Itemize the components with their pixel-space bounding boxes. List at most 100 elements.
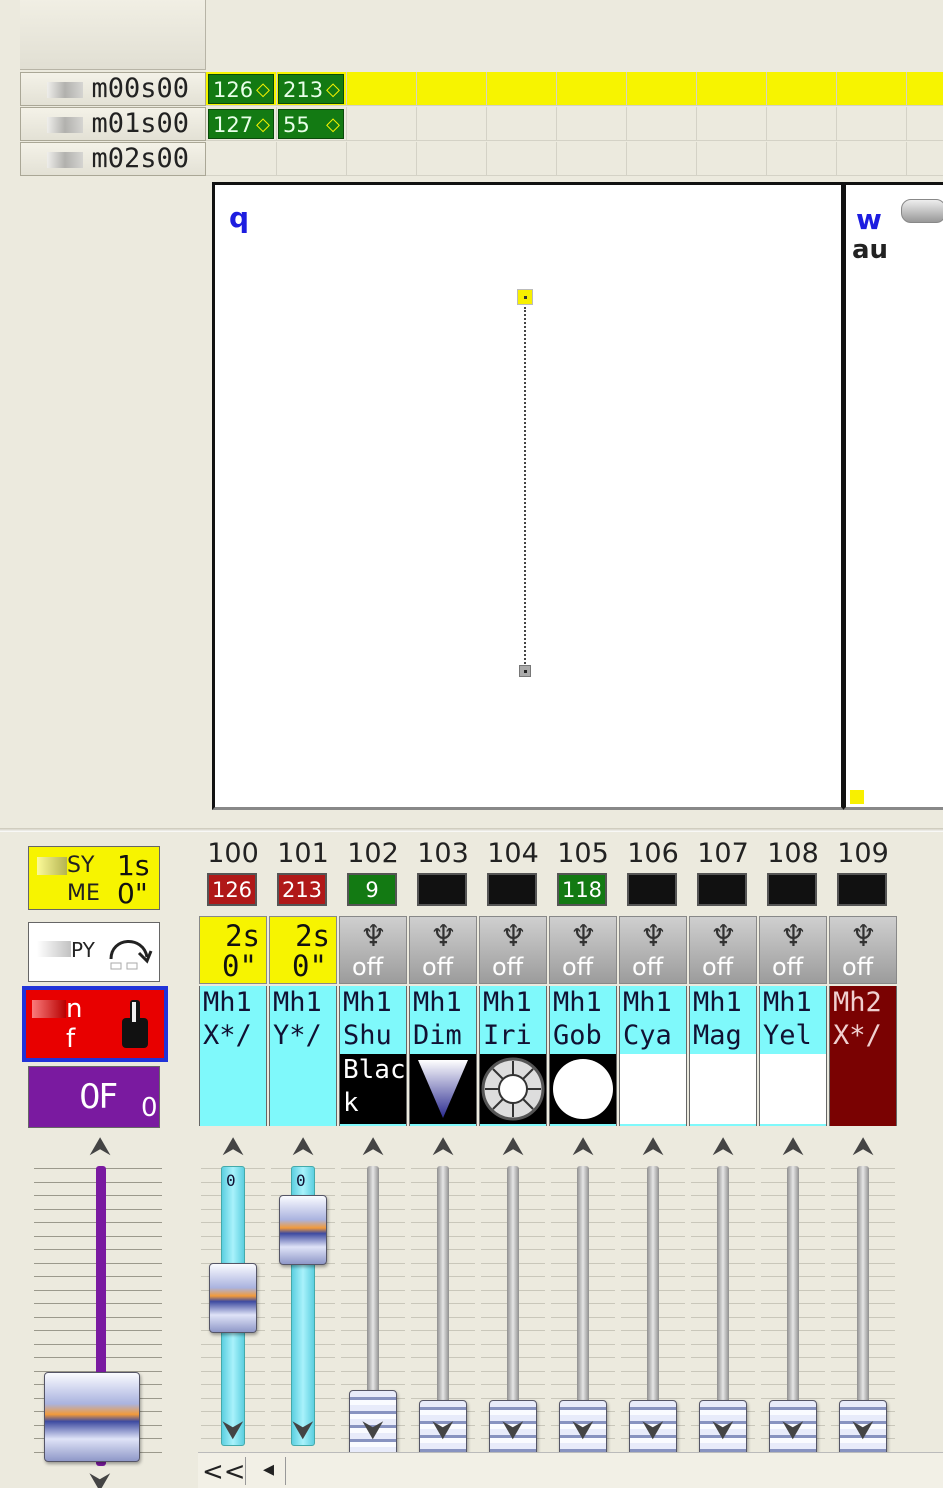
fader-up-button[interactable]: ⮝ [703,1134,743,1160]
master-button[interactable]: 0F 0 [28,1066,160,1128]
pane-w-label: w [856,203,882,236]
timeline-cell[interactable] [416,107,487,141]
fader-knob[interactable] [209,1262,257,1333]
timeline-cell[interactable] [556,142,627,176]
fader-up-button[interactable]: ⮝ [493,1134,533,1160]
fader-up-button[interactable]: ⮝ [283,1134,323,1160]
position-handle-end[interactable] [519,665,531,677]
timeline-cell[interactable] [486,142,557,176]
timeline-cell[interactable] [276,142,347,176]
channel-mode-button[interactable]: ♆ off [689,916,757,984]
timeline-cell[interactable] [346,72,417,106]
fader-up-button[interactable]: ⮝ [213,1134,253,1160]
scroll-first-button[interactable]: << [202,1457,246,1487]
on-off-button[interactable]: n f [22,986,168,1062]
fader-down-button[interactable]: ⮟ [423,1418,463,1444]
channel-mode-button[interactable]: ♆ off [339,916,407,984]
timeline-cell[interactable] [556,72,627,106]
timeline-row-label[interactable]: m00s00 [20,72,206,106]
timeline-row-label[interactable]: m01s00 [20,107,206,141]
pane-w-handle[interactable] [850,790,864,804]
fader-down-button[interactable]: ⮟ [353,1418,393,1444]
fade-line2-prefix: ME [67,881,100,906]
fader-down-button[interactable]: ⮟ [773,1418,813,1444]
timeline-cell[interactable] [836,72,907,106]
channel-mode-button[interactable]: ♆ off [409,916,477,984]
timeline-cell[interactable] [766,107,837,141]
fader-knob[interactable] [279,1195,327,1265]
position-pane-q[interactable]: q [212,182,844,810]
timeline-keyframe[interactable]: 127 ◇ [208,109,274,139]
timeline-keyframe[interactable]: 55 ◇ [278,109,344,139]
fader-down-button[interactable]: ⮟ [563,1418,603,1444]
timeline-row[interactable]: 127 ◇ 55 ◇ [206,107,943,141]
channel-mode-button[interactable]: ♆ off [829,916,897,984]
pane-w-toggle[interactable] [901,199,943,223]
timeline-keyframe[interactable]: 126 ◇ [208,74,274,104]
channel-mode-button[interactable]: ♆ off [619,916,687,984]
timeline-cell[interactable] [906,72,943,106]
timeline-cell[interactable] [766,72,837,106]
timeline-cell[interactable] [346,107,417,141]
fader-down-button[interactable]: ⮟ [283,1418,323,1444]
timeline-cell[interactable] [346,142,417,176]
timeline-cell[interactable] [486,107,557,141]
position-pane-w[interactable]: w au [843,182,943,810]
timeline-cell[interactable] [836,142,907,176]
timeline-cell[interactable] [836,107,907,141]
master-fader-up-button[interactable]: ⮝ [80,1134,120,1160]
timeline-cell[interactable] [626,142,697,176]
timeline-cell[interactable] [696,107,767,141]
channel-value-display [417,873,467,906]
channel-attribute-label: Y*∕ [273,1020,322,1051]
position-handle-start[interactable] [517,289,533,305]
fader-down-button[interactable]: ⮟ [493,1418,533,1444]
fader-up-button[interactable]: ⮝ [423,1134,463,1160]
timeline-cell[interactable] [416,72,487,106]
timeline-cell[interactable] [626,107,697,141]
timeline-keyframe[interactable]: 213 ◇ [278,74,344,104]
fader-up-button[interactable]: ⮝ [843,1134,883,1160]
timeline-row[interactable] [206,142,943,176]
mode-time-fade: 2s [295,919,330,953]
timeline-cell[interactable] [556,107,627,141]
timeline-cell[interactable] [206,142,277,176]
fader-down-button[interactable]: ⮟ [213,1418,253,1444]
timeline-cell[interactable] [906,107,943,141]
channel-name: Mh2 X*∕ [829,986,897,1126]
timeline-cell[interactable] [766,142,837,176]
timeline-cell[interactable] [416,142,487,176]
fader-up-button[interactable]: ⮝ [563,1134,603,1160]
copy-button[interactable]: PY [28,922,160,982]
fader-up-button[interactable]: ⮝ [633,1134,673,1160]
channel-name: Mh1 Cya [619,986,687,1126]
timeline-row-label[interactable]: m02s00 [20,142,206,176]
channel-scrollbar[interactable]: << ◂ [198,1452,943,1488]
channel-mode-button[interactable]: ♆ off [479,916,547,984]
scroll-prev-button[interactable]: ◂ [252,1457,286,1485]
channel-attribute-label: Shu [343,1020,392,1051]
timeline-cell[interactable] [486,72,557,106]
fader-down-button[interactable]: ⮟ [843,1418,883,1444]
channel-mode-button[interactable]: 2s 0" [269,916,337,984]
fader-down-button[interactable]: ⮟ [633,1418,673,1444]
channel-fixture-label: Mh2 [833,987,882,1018]
master-fader-knob[interactable] [44,1372,140,1462]
master-fader-down-button[interactable]: ⮟ [80,1470,120,1488]
timeline-cell[interactable] [696,142,767,176]
fader-up-button[interactable]: ⮝ [773,1134,813,1160]
fader-up-button[interactable]: ⮝ [353,1134,393,1160]
channel-mode-button[interactable]: ♆ off [759,916,827,984]
fader-down-button[interactable]: ⮟ [703,1418,743,1444]
timeline-row[interactable]: 126 ◇ 213 ◇ [206,72,943,106]
copy-arrow-icon [109,940,153,970]
channel-attribute-label: Gob [553,1020,602,1051]
channel-mode-button[interactable]: ♆ off [549,916,617,984]
channel-value-display [627,873,677,906]
channel-mode-button[interactable]: 2s 0" [199,916,267,984]
timeline-cell[interactable] [626,72,697,106]
fade-time-button[interactable]: SY 1s ME 0" [28,846,160,910]
timeline-cell[interactable] [696,72,767,106]
timeline-cell[interactable] [906,142,943,176]
panel-divider[interactable] [0,828,943,832]
